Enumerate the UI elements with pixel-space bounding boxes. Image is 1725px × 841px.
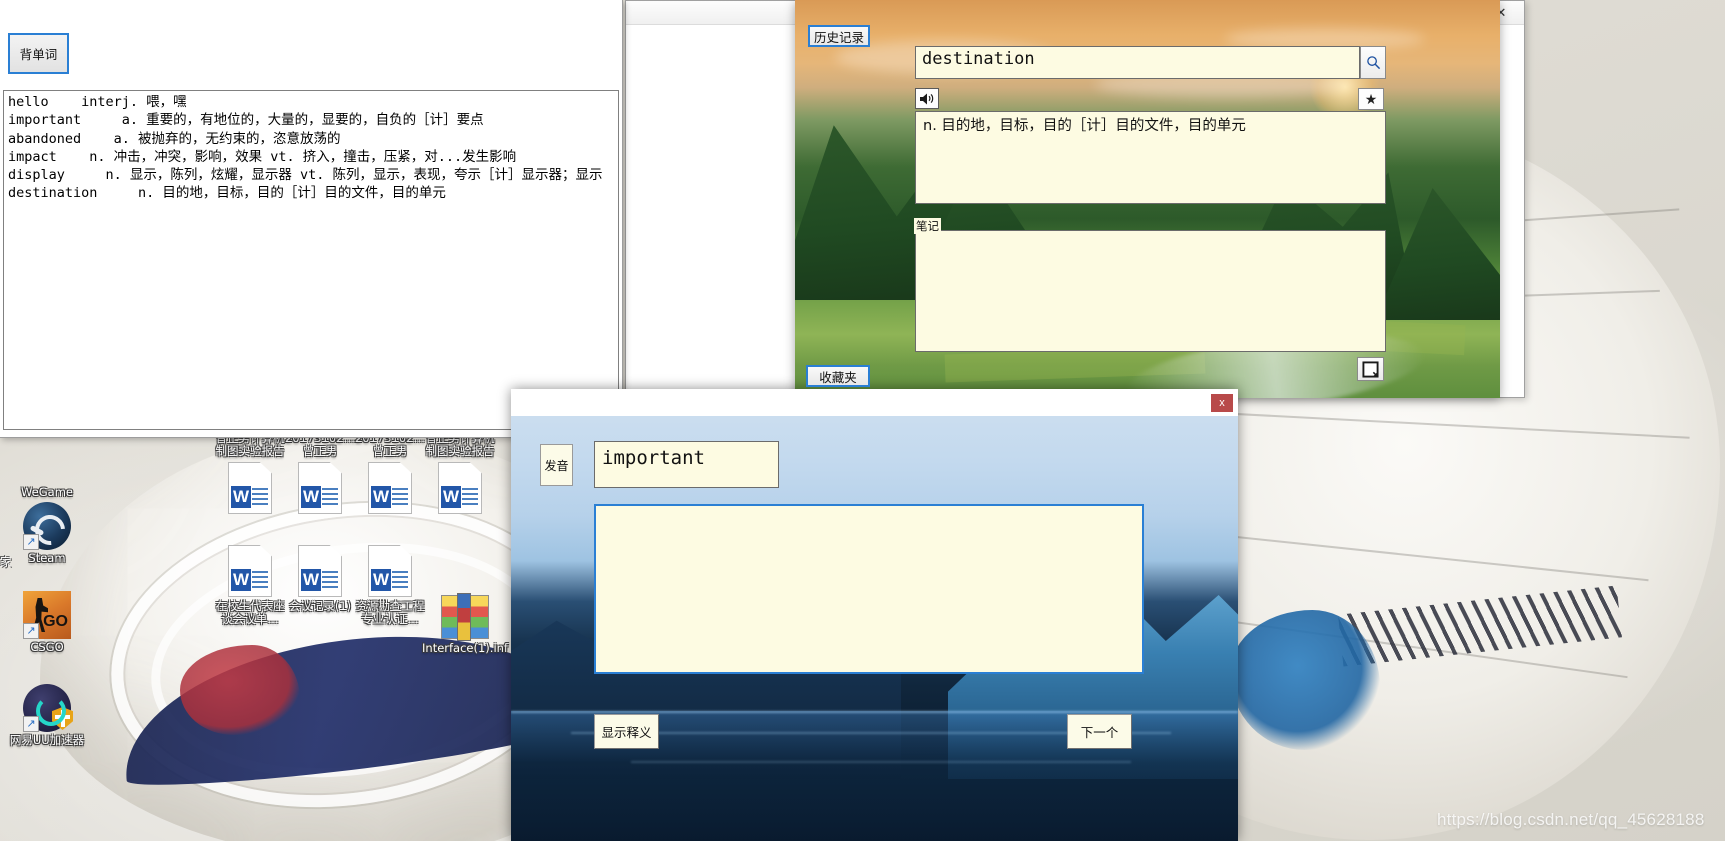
word-list-row: important a. 重要的，有地位的，大量的，显要的，自负的［计］要点 xyxy=(8,112,484,129)
word-doc-icon: W xyxy=(298,545,342,597)
search-button[interactable] xyxy=(1360,46,1386,79)
screen: WeGame ↗ Steam GO ↗ CSGO ↗ 网易UU加速器 家 曾正男… xyxy=(0,0,1725,841)
favorites-button[interactable]: 收藏夹 xyxy=(806,365,870,387)
quiz-dialog-titlebar: x xyxy=(511,389,1238,416)
history-button[interactable]: 历史记录 xyxy=(808,25,870,47)
desktop-icon-doc-1[interactable]: 曾正男计算机制图实验报告 W xyxy=(214,432,286,514)
quiz-answer-textarea[interactable] xyxy=(594,504,1144,674)
word-doc-icon: W xyxy=(438,462,482,514)
pronounce-button[interactable]: 发音 xyxy=(540,444,573,486)
quiz-dialog: x 发音 important 显示释义 下一个 xyxy=(511,389,1238,841)
shortcut-arrow-icon: ↗ xyxy=(23,716,39,732)
desktop-icon-label: 会议记录(1) xyxy=(288,599,352,613)
csgo-icon: GO ↗ xyxy=(23,591,71,639)
word-doc-icon: W xyxy=(368,462,412,514)
desktop-icon-doc-7[interactable]: W 资源勘查工程专业认证… xyxy=(354,545,426,626)
shortcut-arrow-icon: ↗ xyxy=(23,623,39,639)
desktop-icon-archive[interactable]: Interface(1).inf xyxy=(420,593,510,655)
word-doc-icon: W xyxy=(228,545,272,597)
note-edit-button[interactable] xyxy=(1357,357,1384,381)
desktop-icon-csgo[interactable]: GO ↗ CSGO xyxy=(4,591,90,654)
word-list-window: 背单词 hello interj. 喂，嘿 important a. 重要的，有… xyxy=(0,0,623,438)
desktop-icon-doc-5[interactable]: W 在校生代表座谈会议单… xyxy=(214,545,286,626)
word-list-row: impact n. 冲击，冲突，影响，效果 vt. 挤入，撞击，压紧，对...发… xyxy=(8,148,517,165)
shortcut-arrow-icon: ↗ xyxy=(23,534,39,550)
desktop-icon-doc-3[interactable]: 20173102… 曾正男 W xyxy=(354,432,426,514)
word-list-row: display n. 显示，陈列，炫耀，显示器 vt. 陈列，显示，表现，夸示［… xyxy=(8,167,603,184)
close-button[interactable]: x xyxy=(1211,393,1233,412)
desktop-icon-steam[interactable]: ↗ Steam xyxy=(4,502,90,565)
dictionary-definition-text: n. 目的地，目标，目的［计］目的文件，目的单元 xyxy=(915,111,1386,204)
desktop-icon-label: Interface(1).inf xyxy=(422,641,508,655)
desktop-icon-label: CSGO xyxy=(30,640,64,654)
desktop-icon-label: 资源勘查工程专业认证… xyxy=(355,599,425,626)
notes-textarea[interactable] xyxy=(915,230,1386,352)
note-edit-icon xyxy=(1362,360,1379,378)
show-definition-button[interactable]: 显示释义 xyxy=(594,714,659,749)
desktop-icon-label: WeGame xyxy=(20,485,73,499)
word-list-row: abandoned a. 被抛弃的，无约束的，恣意放荡的 xyxy=(8,130,341,147)
word-list-row: hello interj. 喂，嘿 xyxy=(8,94,187,110)
speaker-icon xyxy=(920,93,934,104)
dictionary-search-input[interactable]: destination xyxy=(915,46,1360,79)
pronounce-button[interactable] xyxy=(915,88,939,109)
word-doc-icon: W xyxy=(368,545,412,597)
favorite-star-button[interactable]: ★ xyxy=(1358,88,1384,110)
desktop-icon-doc-4[interactable]: 曾正男计算机制图实验报告 W xyxy=(424,432,496,514)
desktop-icon-label: 网易UU加速器 xyxy=(9,733,85,747)
word-doc-icon: W xyxy=(228,462,272,514)
desktop-icon-label: 在校生代表座谈会议单… xyxy=(215,599,285,626)
desktop-icon-wegame[interactable]: WeGame xyxy=(4,436,90,499)
notes-label: 笔记 xyxy=(914,218,941,234)
quiz-word-input[interactable]: important xyxy=(594,441,779,488)
magnifier-icon xyxy=(1366,56,1380,70)
netease-uu-icon: ↗ xyxy=(23,684,73,732)
desktop-icon-doc-2[interactable]: 20173102… 曾正男 W xyxy=(284,432,356,514)
word-list-textarea[interactable]: hello interj. 喂，嘿 important a. 重要的，有地位的，… xyxy=(3,90,619,430)
desktop-icon-label-partial: 家 xyxy=(0,555,12,569)
memorize-words-button[interactable]: 背单词 xyxy=(8,33,69,74)
next-word-button[interactable]: 下一个 xyxy=(1067,714,1132,749)
word-list-row: destination n. 目的地，目标，目的［计］目的文件，目的单元 xyxy=(8,185,446,202)
steam-icon: ↗ xyxy=(23,502,71,550)
word-doc-icon: W xyxy=(298,462,342,514)
desktop-icon-netease-uu[interactable]: ↗ 网易UU加速器 xyxy=(4,684,90,747)
wegame-icon xyxy=(23,436,71,484)
desktop-icon-label: Steam xyxy=(28,551,66,565)
desktop-icon-doc-6[interactable]: W 会议记录(1) xyxy=(284,545,356,613)
winrar-archive-icon xyxy=(441,593,489,641)
star-icon: ★ xyxy=(1364,90,1378,107)
